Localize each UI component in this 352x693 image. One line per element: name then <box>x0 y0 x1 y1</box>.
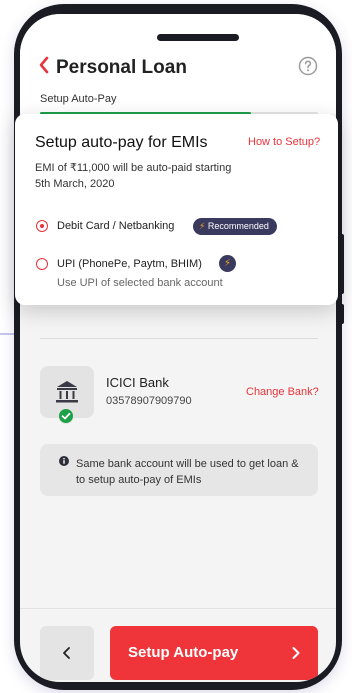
how-to-setup-link[interactable]: How to Setup? <box>248 136 320 148</box>
step-label: Setup Auto-Pay <box>40 93 117 105</box>
app-header: Personal Loan Setup Auto-Pay <box>20 14 336 115</box>
radio-debit-card[interactable] <box>36 220 48 232</box>
footer-divider <box>20 608 336 609</box>
chevron-left-icon[interactable] <box>38 56 50 74</box>
radio-upi[interactable] <box>36 258 48 270</box>
setup-auto-pay-label: Setup Auto-pay <box>128 644 239 661</box>
question-circle-icon[interactable] <box>298 56 318 76</box>
bank-account-number: 03578907909790 <box>106 395 192 407</box>
auto-pay-dialog: Setup auto-pay for EMIs How to Setup? EM… <box>15 114 338 305</box>
info-icon <box>59 456 69 466</box>
recommended-badge-label: Recommended <box>207 221 269 231</box>
page-title: Personal Loan <box>56 57 187 78</box>
recommended-badge: ⚡ Recommended <box>193 218 277 235</box>
divider <box>40 338 318 339</box>
lightning-icon: ⚡ <box>199 221 206 231</box>
option-upi-sublabel: Use UPI of selected bank account <box>57 277 223 289</box>
back-button[interactable] <box>40 626 94 680</box>
phone-side-button <box>340 304 344 324</box>
setup-auto-pay-button[interactable]: Setup Auto-pay <box>110 626 318 680</box>
option-upi-label[interactable]: UPI (PhonePe, Paytm, BHIM) <box>57 258 202 270</box>
phone-side-button <box>340 234 344 294</box>
lightning-icon: ⚡ <box>219 255 236 272</box>
radio-selected-dot <box>39 223 44 228</box>
check-circle-icon <box>58 408 74 424</box>
chevron-right-icon <box>292 647 300 659</box>
bank-name: ICICI Bank <box>106 375 169 390</box>
phone-notch <box>157 34 239 41</box>
change-bank-link[interactable]: Change Bank? <box>246 386 319 398</box>
dialog-description: EMI of ₹11,000 will be auto-paid startin… <box>35 162 232 190</box>
option-debit-card-label[interactable]: Debit Card / Netbanking <box>57 220 174 232</box>
chevron-left-icon <box>63 647 70 659</box>
info-text: Same bank account will be used to get lo… <box>76 458 299 486</box>
dialog-title: Setup auto-pay for EMIs <box>35 134 208 151</box>
info-box: Same bank account will be used to get lo… <box>40 444 318 496</box>
